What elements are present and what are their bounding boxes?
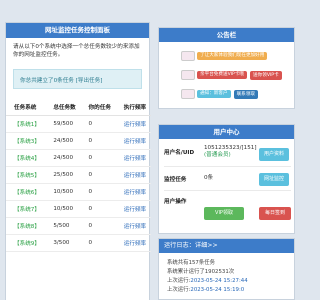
system-link[interactable]: 【系统5】 [6,166,46,184]
table-row: 【系统3】 24/500 0 运行频率 [6,132,151,150]
daily-signin-button[interactable]: 每日签到 [259,207,291,220]
frequency-link[interactable]: 运行频率 [115,183,151,201]
task-label: 监控任务 [164,177,187,183]
frequency-link[interactable]: 运行频率 [115,149,151,167]
panel-title: 网址监控任务控制面板 [6,23,149,38]
table-row: 【系统5】 25/500 0 运行频率 [6,166,151,184]
log-label: 上次运行: [167,278,191,284]
column-header: 总任务数 [45,99,81,116]
my-tasks: 0 [80,149,116,167]
uid-label: 用户名/UID [164,150,195,156]
my-tasks: 0 [80,234,116,252]
frequency-link[interactable]: 运行频率 [115,132,151,150]
export-tasks-link[interactable]: [导出任务] [76,78,103,84]
task-value: 0条 [204,175,214,181]
task-count-text: 你总共建立了0条任务 [20,78,74,84]
announcement-thumbnail-icon [181,51,195,61]
log-time: 2023-05-24 15:27:44 [190,278,248,284]
task-count-notice: 你总共建立了0条任务 [导出任务] [13,69,142,89]
column-header: 执行频率 [115,99,151,116]
url-monitor-button[interactable]: 网址监控 [259,173,289,186]
my-tasks: 0 [80,217,116,235]
log-label: 上次运行: [167,287,191,293]
total-tasks: 24/500 [45,149,81,167]
announcement-panel: 公告栏 了让大家体验我们现在更加好用 亲平台免费送VIP卡哦 送你领VIP卡 通… [158,27,295,109]
run-log-title[interactable]: 运行日志：详细>> [159,239,294,253]
table-row: 【系统4】 24/500 0 运行频率 [6,149,151,167]
total-tasks: 10/500 [45,183,81,201]
table-row: 【系统9】 3/500 0 运行频率 [6,234,151,252]
frequency-link[interactable]: 运行频率 [115,200,151,218]
table-header-row: 任务系统 总任务数 你的任务 执行频率 [6,99,151,116]
column-header: 你的任务 [80,99,116,116]
uid-row: 用户名/UID 1051235323/[151] (普通会员) 用户资料 [164,143,291,167]
log-line: 系统累计运行了1902531次 [167,269,235,275]
my-tasks: 0 [80,183,116,201]
member-level: (普通会员) [204,152,231,158]
log-line: 上次运行:2023-05-24 15:27:44 [167,276,248,284]
operation-row: 用户操作 VIP领取 每日签到 [164,193,291,231]
frequency-link[interactable]: 运行频率 [115,217,151,235]
user-center-panel: 用户中心 用户名/UID 1051235323/[151] (普通会员) 用户资… [158,124,295,234]
total-tasks: 59/500 [45,115,81,133]
task-control-panel: 网址监控任务控制面板 请从以下0个系统中选择一个总任务数较少的来添加你的网址监控… [5,22,151,300]
my-tasks: 0 [80,166,116,184]
announcement-tag: 通知：新客户 [197,90,231,98]
announcement-item[interactable]: 亲平台免费送VIP卡哦 送你领VIP卡 [181,69,282,81]
user-center-title: 用户中心 [159,125,294,139]
my-tasks: 0 [80,200,116,218]
table-row: 【系统1】 59/500 0 运行频率 [6,115,151,133]
system-link[interactable]: 【系统1】 [6,115,46,133]
my-tasks: 0 [80,132,116,150]
table-row: 【系统7】 10/500 0 运行频率 [6,200,151,218]
run-log-panel: 运行日志：详细>> 系统共有157条任务 系统累计运行了1902531次 上次运… [158,238,295,300]
contact-button[interactable]: 联系领取 [233,89,258,99]
system-link[interactable]: 【系统3】 [6,132,46,150]
my-tasks: 0 [80,115,116,133]
announcement-item[interactable]: 通知：新客户 联系领取 [181,88,258,100]
task-row: 监控任务 0条 网址监控 [164,169,291,191]
frequency-link[interactable]: 运行频率 [115,115,151,133]
system-link[interactable]: 【系统7】 [6,200,46,218]
table-row: 【系统6】 10/500 0 运行频率 [6,183,151,201]
frequency-link[interactable]: 运行频率 [115,234,151,252]
system-link[interactable]: 【系统8】 [6,217,46,235]
total-tasks: 10/500 [45,200,81,218]
system-link[interactable]: 【系统4】 [6,149,46,167]
table-row: 【系统8】 5/500 0 运行频率 [6,217,151,235]
user-profile-button[interactable]: 用户资料 [259,148,289,161]
system-link[interactable]: 【系统6】 [6,183,46,201]
announcement-thumbnail-icon [181,70,195,80]
column-header: 任务系统 [6,99,46,116]
total-tasks: 24/500 [45,132,81,150]
operation-label: 用户操作 [164,199,187,205]
log-line: 系统共有157条任务 [167,260,216,266]
announcement-tag: 亲平台免费送VIP卡哦 [197,71,248,79]
vip-claim-button[interactable]: VIP领取 [204,207,244,220]
uid-value: 1051235323/[151] [204,145,257,151]
total-tasks: 3/500 [45,234,81,252]
log-time: 2023-05-24 15:19:0 [190,287,245,293]
total-tasks: 25/500 [45,166,81,184]
intro-text: 请从以下0个系统中选择一个总任务数较少的来添加你的网址监控任务。 [13,44,140,58]
announcement-thumbnail-icon [181,89,195,99]
announcement-tag: 了让大家体验我们现在更加好用 [197,52,268,60]
task-system-table: 任务系统 总任务数 你的任务 执行频率 【系统1】 59/500 0 运行频率 … [6,99,151,252]
total-tasks: 5/500 [45,217,81,235]
uid-value-block: 1051235323/[151] (普通会员) [204,145,257,159]
frequency-link[interactable]: 运行频率 [115,166,151,184]
announcement-item[interactable]: 了让大家体验我们现在更加好用 [181,50,270,62]
system-link[interactable]: 【系统9】 [6,234,46,252]
vip-card-button[interactable]: 送你领VIP卡 [250,70,282,80]
announcement-title: 公告栏 [159,28,294,42]
page: 网址监控任务控制面板 请从以下0个系统中选择一个总任务数较少的来添加你的网址监控… [0,0,300,300]
log-line: 上次运行:2023-05-24 15:19:0 [167,285,244,293]
